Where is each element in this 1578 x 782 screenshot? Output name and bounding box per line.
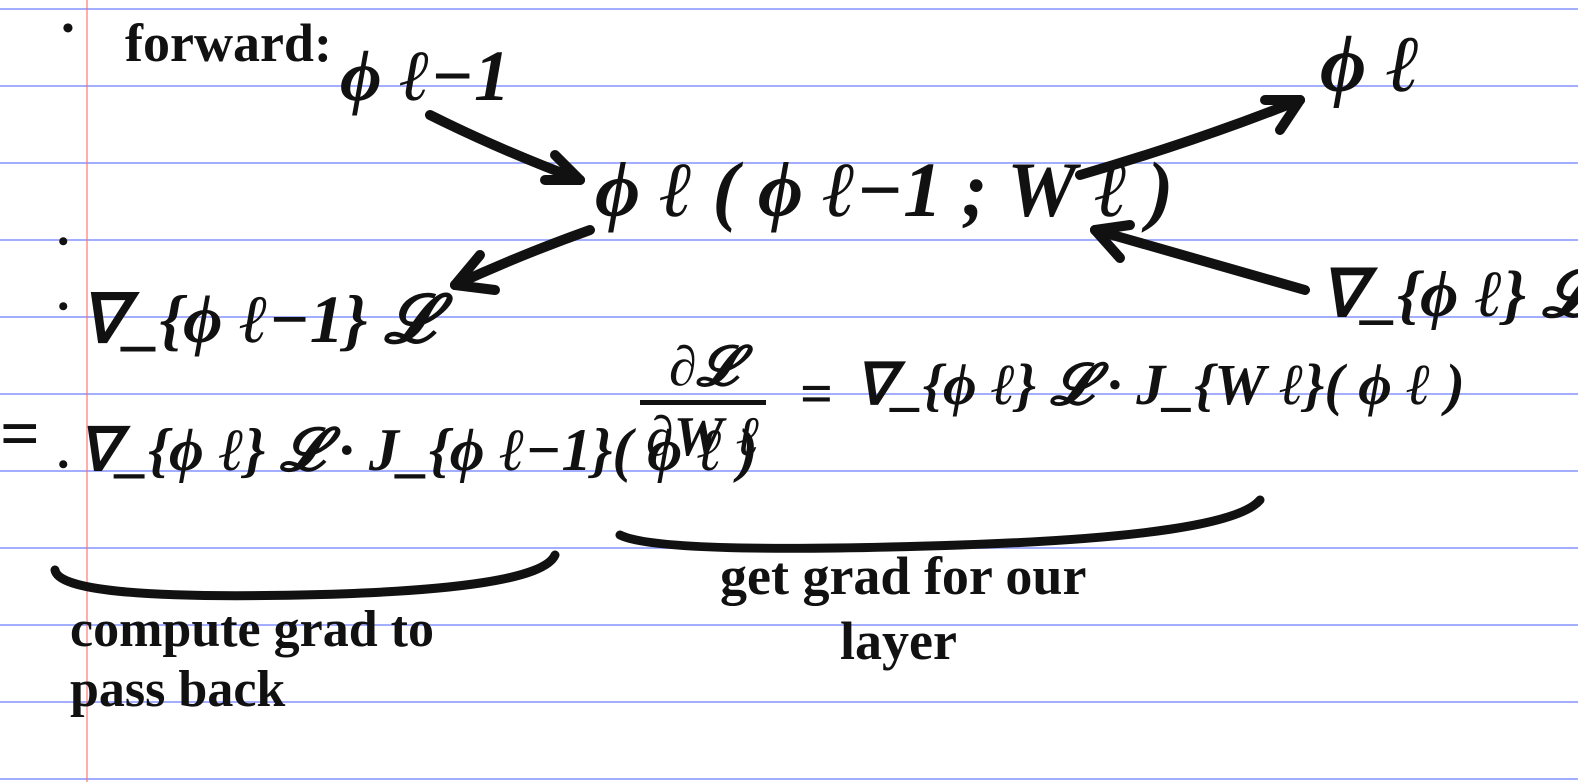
notebook-page: • • • • forward: ϕ ℓ−1 ϕ ℓ ϕ ℓ ( ϕ ℓ−1 ;… xyxy=(0,0,1578,782)
ink-strokes xyxy=(0,0,1578,782)
